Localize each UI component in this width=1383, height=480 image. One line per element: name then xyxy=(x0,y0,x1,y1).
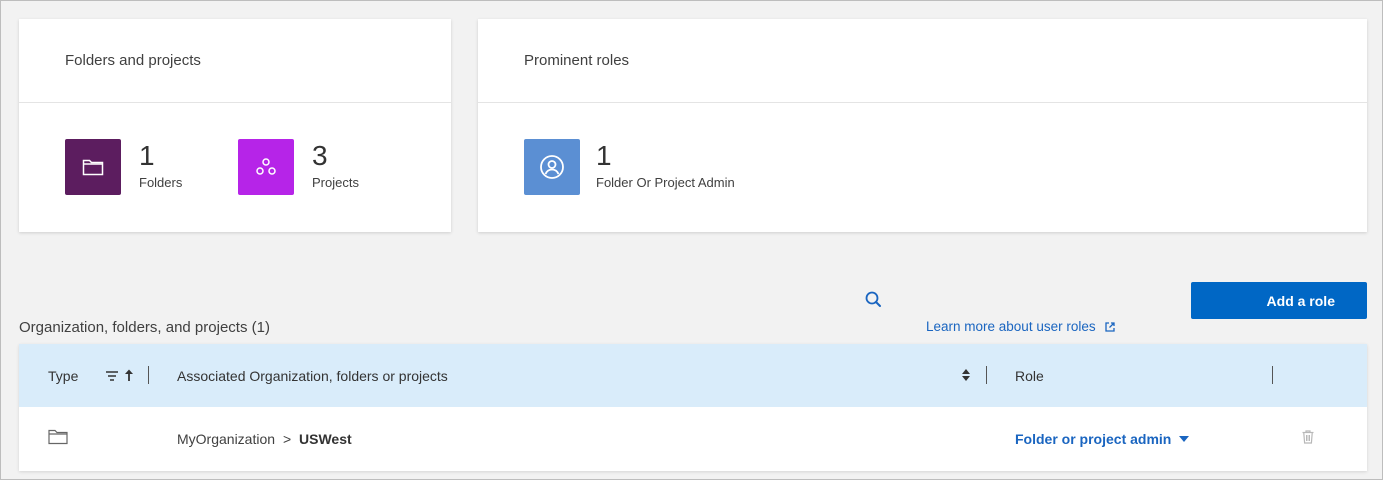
folders-count: 1 xyxy=(139,140,155,171)
prominent-roles-card: Prominent roles 1 Folder Or Project Admi… xyxy=(478,19,1367,232)
column-header-associated[interactable]: Associated Organization, folders or proj… xyxy=(177,368,448,384)
role-count: 1 xyxy=(596,140,612,171)
roles-table: Type Associated Organization, folders or… xyxy=(19,344,1367,471)
folders-projects-card-title: Folders and projects xyxy=(19,19,451,103)
folders-stat: 1 Folders xyxy=(65,139,182,195)
projects-tile xyxy=(238,139,294,195)
role-dropdown-label: Folder or project admin xyxy=(1015,431,1172,447)
folder-tile xyxy=(65,139,121,195)
chevron-down-icon xyxy=(1179,436,1190,442)
filter-icon[interactable] xyxy=(105,370,119,382)
add-role-button[interactable]: Add a role xyxy=(1191,282,1367,319)
role-label: Folder Or Project Admin xyxy=(596,175,735,190)
column-header-role[interactable]: Role xyxy=(1015,368,1044,384)
section-title: Organization, folders, and projects (1) xyxy=(19,319,270,336)
column-header-type[interactable]: Type xyxy=(48,368,78,384)
folders-label: Folders xyxy=(139,175,183,190)
table-row: MyOrganization > USWest Folder or projec… xyxy=(19,407,1367,471)
role-stat: 1 Folder Or Project Admin xyxy=(524,139,735,195)
role-tile xyxy=(524,139,580,195)
path-organization: MyOrganization xyxy=(177,431,276,447)
folders-projects-card: Folders and projects 1 Folders 3 Project… xyxy=(19,19,451,232)
role-dropdown[interactable]: Folder or project admin xyxy=(1015,431,1190,447)
search-button[interactable] xyxy=(863,289,885,311)
path-folder-name: USWest xyxy=(299,431,352,447)
column-divider[interactable] xyxy=(986,366,987,384)
folder-icon xyxy=(82,159,104,176)
folder-icon xyxy=(48,429,68,445)
path-separator: > xyxy=(282,431,292,447)
projects-icon xyxy=(256,158,276,175)
prominent-roles-card-title: Prominent roles xyxy=(478,19,1367,103)
external-link-icon xyxy=(1104,321,1115,332)
learn-more-label: Learn more about user roles xyxy=(926,319,1096,334)
column-divider[interactable] xyxy=(148,366,149,384)
projects-label: Projects xyxy=(312,175,359,190)
column-divider[interactable] xyxy=(1272,366,1273,384)
sort-icon[interactable] xyxy=(961,368,971,382)
table-header: Type Associated Organization, folders or… xyxy=(19,344,1367,407)
user-circle-icon xyxy=(540,155,564,179)
associated-path: MyOrganization > USWest xyxy=(177,431,352,447)
projects-count: 3 xyxy=(312,140,328,171)
learn-more-link[interactable]: Learn more about user roles xyxy=(926,319,1116,334)
trash-icon[interactable] xyxy=(1302,430,1314,444)
sort-ascending-icon[interactable] xyxy=(123,368,135,382)
projects-stat: 3 Projects xyxy=(238,139,359,195)
search-icon xyxy=(865,291,881,307)
